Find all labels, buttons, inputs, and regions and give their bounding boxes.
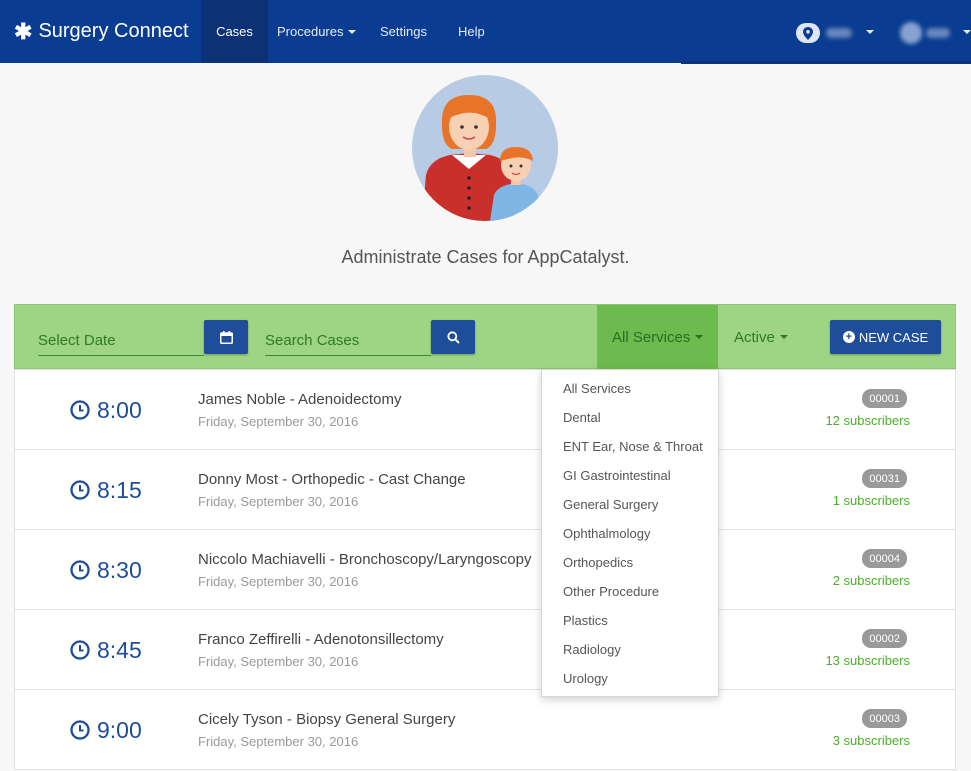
page-title: Administrate Cases for AppCatalyst.	[341, 247, 630, 267]
case-date: Friday, September 30, 2016	[198, 574, 359, 589]
search-input[interactable]: Search Cases	[265, 325, 431, 356]
case-date: Friday, September 30, 2016	[198, 494, 359, 509]
case-id-badge: 00002	[862, 629, 907, 648]
asterisk-logo-icon: ✱	[14, 18, 33, 44]
case-title[interactable]: James Noble - Adenoidectomy	[198, 391, 401, 408]
search-input-placeholder: Search Cases	[265, 331, 360, 349]
caret-down-icon	[779, 335, 788, 339]
case-time: 8:30	[97, 557, 142, 583]
nav-settings[interactable]: Settings	[380, 0, 427, 63]
case-row[interactable]: 8:00 James Noble - Adenoidectomy Friday, S…	[14, 369, 956, 450]
case-subscribers[interactable]: 13 subscribers	[825, 653, 910, 668]
clock-icon	[70, 720, 90, 740]
case-date: Friday, September 30, 2016	[198, 734, 359, 749]
case-time: 8:15	[97, 477, 142, 503]
case-title[interactable]: Donny Most - Orthopedic - Cast Change	[198, 471, 466, 488]
caret-down-icon	[695, 335, 704, 339]
date-input[interactable]: Select Date	[38, 325, 204, 356]
services-dropdown-menu: All Services Dental ENT Ear, Nose & Throat…	[541, 369, 719, 697]
date-input-placeholder: Select Date	[38, 331, 116, 349]
location-caret-icon[interactable]	[866, 30, 874, 34]
case-subscribers[interactable]: 1 subscribers	[833, 493, 910, 508]
case-id-badge: 00031	[862, 469, 907, 488]
case-row[interactable]: 9:00 Cicely Tyson - Biopsy General Surger…	[14, 689, 956, 770]
case-date: Friday, September 30, 2016	[198, 414, 359, 429]
case-title[interactable]: Cicely Tyson - Biopsy General Surgery	[198, 711, 455, 728]
services-menu-item[interactable]: All Services	[542, 374, 718, 403]
services-menu-item[interactable]: GI Gastrointestinal	[542, 461, 718, 490]
services-menu-item[interactable]: Orthopedics	[542, 548, 718, 577]
cases-toolbar: Select Date Search Cases All Services Ac…	[14, 304, 956, 369]
location-pin-icon[interactable]	[796, 23, 820, 43]
case-row[interactable]: 8:45 Franco Zeffirelli - Adenotonsillecto…	[14, 609, 956, 690]
status-dropdown-label: Active	[734, 328, 775, 346]
clock-icon	[70, 560, 90, 580]
clock-icon	[70, 400, 90, 420]
services-menu-item[interactable]: Ophthalmology	[542, 519, 718, 548]
case-time: 8:45	[97, 637, 142, 663]
caret-down-icon	[348, 29, 357, 34]
nav-settings-label: Settings	[380, 24, 427, 39]
nav-cases-label: Cases	[216, 24, 253, 39]
plus-circle-icon: +	[842, 331, 855, 343]
brand-name: Surgery Connect	[38, 20, 189, 42]
case-id-badge: 00003	[862, 709, 907, 728]
case-id-badge: 00001	[862, 389, 907, 408]
case-row[interactable]: 8:15 Donny Most - Orthopedic - Cast Chang…	[14, 449, 956, 530]
nav-cases[interactable]: Cases	[201, 0, 268, 63]
search-icon	[446, 330, 460, 344]
top-navbar: ✱ Surgery Connect Cases Procedures Setti…	[0, 0, 971, 63]
nav-procedures[interactable]: Procedures	[277, 0, 357, 63]
calendar-icon	[219, 330, 233, 344]
case-title[interactable]: Franco Zeffirelli - Adenotonsillectomy	[198, 631, 444, 648]
services-menu-item[interactable]: Urology	[542, 664, 718, 693]
services-dropdown[interactable]: All Services	[597, 305, 718, 369]
services-menu-item[interactable]: Dental	[542, 403, 718, 432]
case-subscribers[interactable]: 3 subscribers	[833, 733, 910, 748]
case-date: Friday, September 30, 2016	[198, 654, 359, 669]
nav-help[interactable]: Help	[458, 0, 485, 63]
new-case-label: NEW CASE	[858, 329, 929, 345]
nav-underline	[681, 61, 971, 64]
services-menu-item[interactable]: ENT Ear, Nose & Throat	[542, 432, 718, 461]
calendar-button[interactable]	[204, 320, 248, 354]
nav-procedures-label: Procedures	[277, 24, 344, 39]
family-avatar-illustration	[412, 75, 558, 221]
brand[interactable]: ✱ Surgery Connect	[14, 0, 189, 63]
services-menu-item[interactable]: Radiology	[542, 635, 718, 664]
case-title[interactable]: Niccolo Machiavelli - Bronchoscopy/Laryn…	[198, 551, 532, 568]
services-menu-item[interactable]: General Surgery	[542, 490, 718, 519]
services-menu-item[interactable]: Other Procedure	[542, 577, 718, 606]
case-time: 8:00	[97, 397, 142, 423]
user-avatar[interactable]	[900, 22, 922, 44]
clock-icon	[70, 640, 90, 660]
location-name-redacted	[826, 28, 852, 38]
nav-help-label: Help	[458, 24, 485, 39]
services-menu-item[interactable]: Plastics	[542, 606, 718, 635]
case-row[interactable]: 8:30 Niccolo Machiavelli - Bronchoscopy/L…	[14, 529, 956, 610]
case-time: 9:00	[97, 717, 142, 743]
services-dropdown-label: All Services	[612, 328, 691, 346]
status-dropdown[interactable]: Active	[734, 305, 788, 369]
user-name-redacted	[926, 28, 950, 38]
case-subscribers[interactable]: 2 subscribers	[833, 573, 910, 588]
user-menu-caret-icon[interactable]	[963, 30, 971, 34]
new-case-button[interactable]: + NEW CASE	[830, 320, 941, 354]
search-button[interactable]	[431, 320, 475, 354]
clock-icon	[70, 480, 90, 500]
case-subscribers[interactable]: 12 subscribers	[825, 413, 910, 428]
case-id-badge: 00004	[862, 549, 907, 568]
